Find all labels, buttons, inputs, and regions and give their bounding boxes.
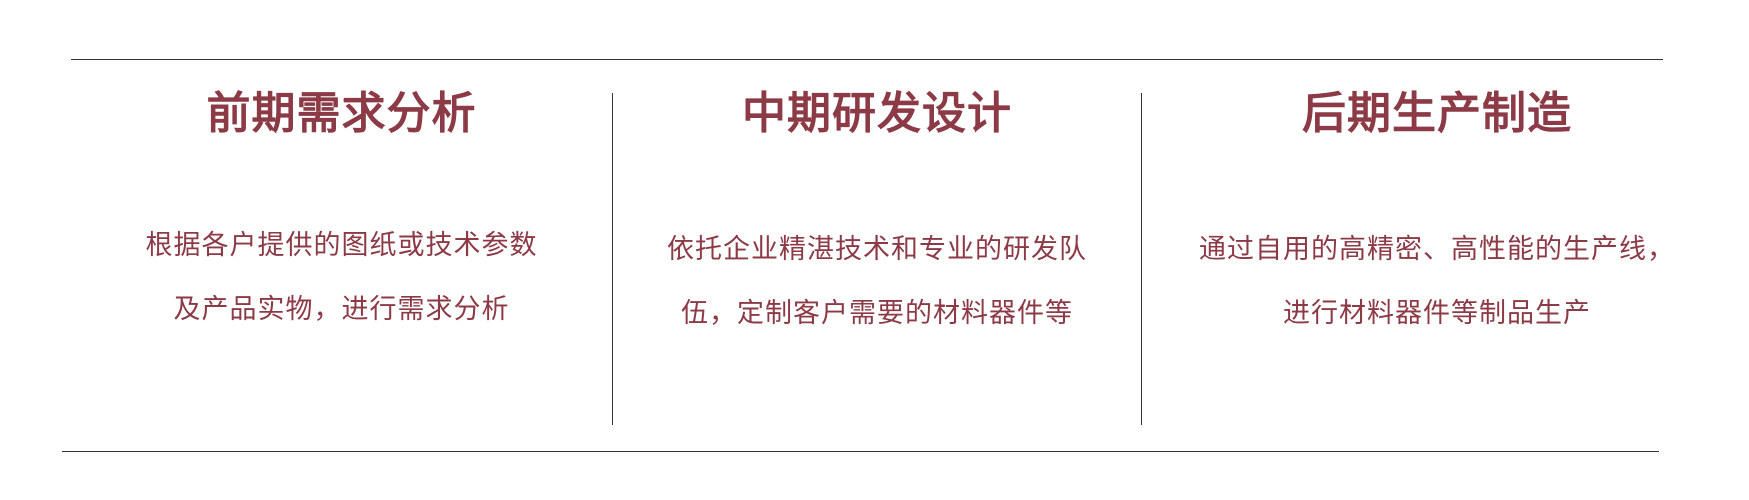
description-line: 根据各户提供的图纸或技术参数: [145, 230, 538, 261]
section-description: 通过自用的高精密、高性能的生产线， 进行材料器件等制品生产: [1142, 218, 1732, 346]
section-mid-rd-design: 中期研发设计 依托企业精湛技术和专业的研发队 伍，定制客户需要的材料器件等: [613, 0, 1141, 500]
section-title: 后期生产制造: [1302, 88, 1572, 139]
description-line: 及产品实物，进行需求分析: [173, 294, 510, 325]
section-description: 根据各户提供的图纸或技术参数 及产品实物，进行需求分析: [71, 214, 612, 342]
section-title: 中期研发设计: [742, 88, 1012, 139]
section-early-demand-analysis: 前期需求分析 根据各户提供的图纸或技术参数 及产品实物，进行需求分析: [71, 0, 612, 500]
section-late-production: 后期生产制造 通过自用的高精密、高性能的生产线， 进行材料器件等制品生产: [1142, 0, 1732, 500]
section-title: 前期需求分析: [206, 88, 477, 139]
description-line: 伍，定制客户需要的材料器件等: [681, 298, 1073, 329]
bottom-rule: [62, 451, 1659, 452]
description-line: 通过自用的高精密、高性能的生产线，: [1199, 234, 1675, 265]
description-line: 进行材料器件等制品生产: [1283, 298, 1591, 329]
section-description: 依托企业精湛技术和专业的研发队 伍，定制客户需要的材料器件等: [613, 218, 1141, 346]
description-line: 依托企业精湛技术和专业的研发队: [667, 234, 1087, 265]
